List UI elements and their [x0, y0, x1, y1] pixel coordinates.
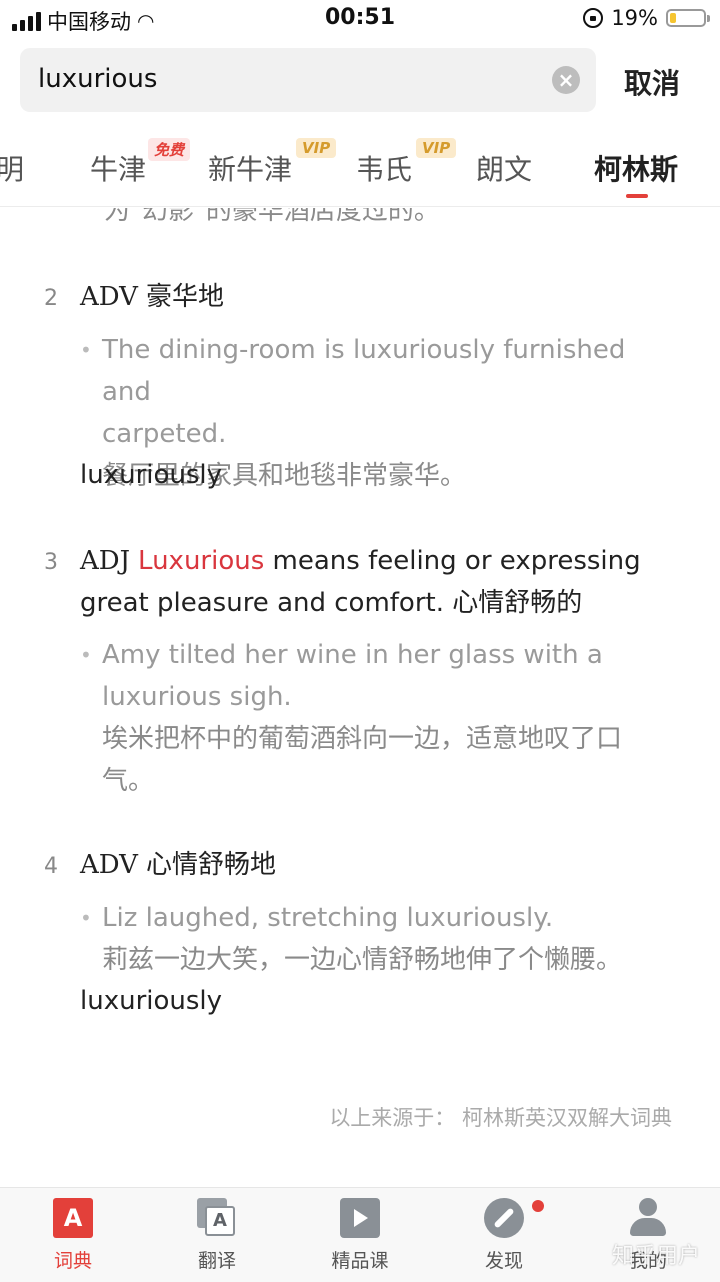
battery-percent: 19%: [611, 6, 658, 30]
search-box[interactable]: luxurious ×: [20, 48, 596, 112]
compass-icon: [484, 1198, 524, 1238]
source-attribution: 以上来源于： 柯林斯英汉双解大词典: [329, 1106, 672, 1130]
battery-icon: [666, 9, 710, 27]
example-en: Amy tilted her wine in her glass with a: [102, 640, 603, 670]
definition-number: 2: [44, 286, 58, 311]
tab-new-oxford[interactable]: 新牛津 VIP: [208, 138, 337, 188]
tab-webster[interactable]: 韦氏 VIP: [356, 138, 457, 188]
example-block: • Liz laughed, stretching luxuriously. 莉…: [80, 897, 680, 981]
dictionary-icon: A: [53, 1198, 93, 1238]
nav-translate[interactable]: A 翻译: [162, 1198, 272, 1273]
nav-courses[interactable]: 精品课: [305, 1198, 415, 1273]
example-cn: 莉兹一边大笑，一边心情舒畅地伸了个懒腰。: [102, 945, 623, 975]
part-of-speech: ADJ: [80, 546, 131, 576]
cancel-button[interactable]: 取消: [624, 62, 680, 102]
tab-longman[interactable]: 朗文: [476, 148, 532, 188]
notification-dot: [532, 1200, 544, 1212]
definition-heading: ADV 心情舒畅地: [80, 844, 680, 886]
example-en: The dining-room is luxuriously furnished…: [102, 335, 626, 407]
part-of-speech: ADV: [80, 282, 138, 312]
definition-number: 3: [44, 550, 58, 575]
definition-heading: ADV 豪华地: [80, 276, 680, 318]
free-badge: 免费: [148, 138, 191, 161]
translate-icon: A: [197, 1198, 237, 1238]
tab-oxford[interactable]: 牛津 免费: [90, 138, 191, 188]
dictionary-tabs: 明 牛津 免费 新牛津 VIP 韦氏 VIP 朗文 柯林斯: [0, 130, 720, 207]
example-en: luxurious sigh.: [102, 682, 292, 712]
profile-icon: [628, 1198, 668, 1238]
watermark: 知乎用户: [612, 1244, 701, 1269]
status-right: 19%: [583, 6, 710, 30]
example-en: Liz laughed, stretching luxuriously.: [102, 903, 554, 933]
battery-fill: [670, 13, 676, 23]
definition-number: 4: [44, 854, 58, 879]
rotation-lock-icon: [583, 8, 604, 28]
active-tab-indicator: [626, 194, 648, 198]
definition-meaning: 豪华地: [145, 282, 224, 312]
tab-ming[interactable]: 明: [0, 148, 24, 188]
example-block: • Amy tilted her wine in her glass with …: [80, 634, 680, 802]
keyword: Luxurious: [138, 546, 265, 576]
nav-dictionary[interactable]: A 词典: [18, 1198, 128, 1273]
bullet-icon: •: [80, 338, 92, 362]
course-icon: [340, 1198, 380, 1238]
part-of-speech: ADV: [80, 850, 138, 880]
tab-collins[interactable]: 柯林斯: [594, 148, 678, 188]
bullet-icon: •: [80, 906, 92, 930]
status-bar: 中国移动 ◠ 00:51 19%: [0, 0, 720, 40]
vip-badge: VIP: [296, 138, 337, 158]
example-en: carpeted.: [102, 419, 227, 449]
clear-icon[interactable]: ×: [552, 66, 580, 94]
search-input[interactable]: luxurious: [38, 64, 157, 94]
definition-meaning: 心情舒畅地: [145, 850, 276, 880]
example-cn: 埃米把杯中的葡萄酒斜向一边，适意地叹了口: [102, 724, 623, 754]
derived-word[interactable]: luxuriously: [80, 986, 222, 1016]
example-cn: 气。: [102, 766, 155, 796]
definition-heading: ADJ Luxurious means feeling or expressing…: [80, 540, 680, 624]
derived-word[interactable]: luxuriously: [80, 460, 222, 490]
vip-badge: VIP: [416, 138, 457, 158]
bullet-icon: •: [80, 643, 92, 667]
definition-meaning: great pleasure and comfort. 心情舒畅的: [80, 588, 583, 618]
definition-meaning: means feeling or expressing: [264, 546, 641, 576]
